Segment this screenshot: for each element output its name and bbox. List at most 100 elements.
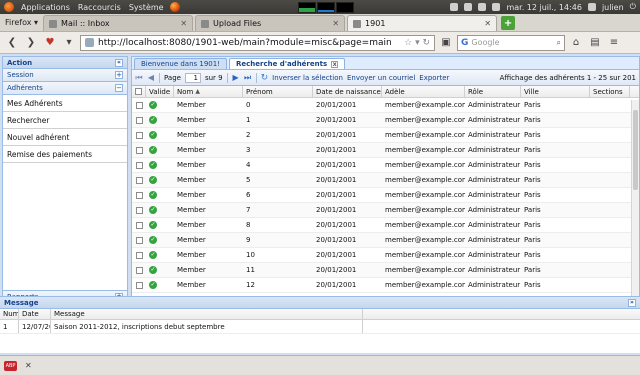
row-checkbox[interactable]	[135, 281, 143, 289]
column-header-adresse[interactable]: Adèle	[382, 86, 465, 97]
table-row[interactable]: ✓ Member 7 20/01/2001 member@example.com Admi…	[132, 203, 639, 218]
row-select-cell[interactable]	[132, 98, 146, 112]
invert-selection-button[interactable]: Inverser la sélection	[272, 74, 343, 82]
message-row[interactable]: 1 12/07/20 Saison 2011-2012, inscription…	[0, 320, 640, 334]
firefox-launcher-icon[interactable]	[169, 2, 180, 12]
expand-icon[interactable]: +	[115, 71, 123, 79]
select-all-checkbox[interactable]	[135, 88, 142, 95]
adblock-icon[interactable]: ABP	[4, 360, 17, 371]
table-row[interactable]: ✓ Member 2 20/01/2001 member@example.com Admi…	[132, 128, 639, 143]
row-select-cell[interactable]	[132, 233, 146, 247]
row-select-cell[interactable]	[132, 113, 146, 127]
menu-item-rechercher[interactable]: Rechercher	[3, 112, 127, 129]
next-page-icon[interactable]: ▶	[232, 73, 240, 82]
browser-tab-1901[interactable]: 1901 ✕	[347, 15, 498, 31]
os-menu-systeme[interactable]: Système	[125, 3, 168, 12]
row-checkbox[interactable]	[135, 176, 143, 184]
row-select-cell[interactable]	[132, 128, 146, 142]
search-bar[interactable]: G Google ⌕	[457, 34, 565, 51]
column-header-date[interactable]: Date	[19, 309, 51, 319]
tab-bienvenue[interactable]: Bienvenue dans 1901!	[134, 58, 228, 69]
send-email-button[interactable]: Envoyer un courriel	[347, 74, 415, 82]
column-header-message[interactable]: Message	[51, 309, 363, 319]
site-identity-icon[interactable]	[85, 38, 94, 47]
close-icon[interactable]: ✕	[25, 361, 32, 370]
bookmark-star-icon[interactable]: ☆ ▾ ↻	[404, 38, 430, 48]
column-header-date[interactable]: Date de naissance	[313, 86, 382, 97]
table-row[interactable]: ✓ Member 1 20/01/2001 member@example.com Admi…	[132, 113, 639, 128]
row-select-cell[interactable]	[132, 158, 146, 172]
column-header-prenom[interactable]: Prénom	[243, 86, 313, 97]
scrollbar-thumb[interactable]	[633, 110, 638, 190]
row-select-cell[interactable]	[132, 248, 146, 262]
dropdown-icon[interactable]: ▾	[61, 35, 77, 51]
new-tab-button[interactable]: +	[501, 16, 516, 30]
export-button[interactable]: Exporter	[419, 74, 449, 82]
row-checkbox[interactable]	[135, 116, 143, 124]
column-header-ville[interactable]: Ville	[521, 86, 590, 97]
column-header-sections[interactable]: Sections	[590, 86, 630, 97]
table-row[interactable]: ✓ Member 0 20/01/2001 member@example.com Admi…	[132, 98, 639, 113]
browser-tab-upload[interactable]: Upload Files ✕	[195, 15, 346, 31]
row-checkbox[interactable]	[135, 131, 143, 139]
collapse-panel-icon[interactable]: »	[628, 298, 636, 307]
volume-icon[interactable]	[492, 3, 501, 11]
row-select-cell[interactable]	[132, 188, 146, 202]
addon-toolbar-icon[interactable]: ▤	[587, 35, 603, 51]
bluetooth-icon[interactable]	[450, 3, 459, 11]
url-bar[interactable]: http://localhost:8080/1901-web/main?modu…	[80, 34, 435, 51]
menu-item-mes-adherents[interactable]: Mes Adhérents	[3, 95, 127, 112]
os-menu-raccourcis[interactable]: Raccourcis	[74, 3, 125, 12]
section-adherents[interactable]: Adhérents −	[3, 82, 127, 95]
table-row[interactable]: ✓ Member 10 20/01/2001 member@example.com Adm…	[132, 248, 639, 263]
refresh-icon[interactable]: ↻	[261, 73, 269, 83]
home-icon[interactable]: ⌂	[568, 35, 584, 51]
menu-icon[interactable]: ≡	[606, 35, 622, 51]
table-row[interactable]: ✓ Member 9 20/01/2001 member@example.com Admi…	[132, 233, 639, 248]
row-select-cell[interactable]	[132, 263, 146, 277]
row-checkbox[interactable]	[135, 251, 143, 259]
addon-icon[interactable]: ▣	[438, 35, 454, 51]
username[interactable]: julien	[602, 3, 624, 12]
back-button[interactable]: ❮	[4, 35, 20, 51]
last-page-icon[interactable]: ⏭	[244, 73, 252, 83]
row-select-cell[interactable]	[132, 218, 146, 232]
collapse-icon[interactable]: −	[115, 84, 123, 92]
section-session[interactable]: Session +	[3, 69, 127, 82]
menu-item-nouvel-adherent[interactable]: Nouvel adhérent	[3, 129, 127, 146]
forward-button[interactable]: ❯	[23, 35, 39, 51]
row-checkbox[interactable]	[135, 191, 143, 199]
table-row[interactable]: ✓ Member 6 20/01/2001 member@example.com Admi…	[132, 188, 639, 203]
select-all-header[interactable]	[132, 86, 146, 97]
first-page-icon[interactable]: ⏮	[135, 73, 143, 83]
bookmark-heart-icon[interactable]: ♥	[42, 35, 58, 51]
clock[interactable]: mar. 12 juil., 14:46	[506, 3, 581, 12]
row-checkbox[interactable]	[135, 221, 143, 229]
row-checkbox[interactable]	[135, 146, 143, 154]
row-checkbox[interactable]	[135, 161, 143, 169]
search-icon[interactable]: ⌕	[557, 38, 561, 48]
column-header-num[interactable]: Num	[0, 309, 19, 319]
table-row[interactable]: ✓ Member 11 20/01/2001 member@example.com Adm…	[132, 263, 639, 278]
table-row[interactable]: ✓ Member 8 20/01/2001 member@example.com Admi…	[132, 218, 639, 233]
close-tab-icon[interactable]: ✕	[332, 19, 339, 28]
table-row[interactable]: ✓ Member 12 20/01/2001 member@example.com Adm…	[132, 278, 639, 293]
browser-tab-mail[interactable]: Mail :: Inbox ✕	[43, 15, 194, 31]
row-select-cell[interactable]	[132, 143, 146, 157]
menu-item-remise-paiements[interactable]: Remise des paiements	[3, 146, 127, 163]
row-checkbox[interactable]	[135, 236, 143, 244]
row-select-cell[interactable]	[132, 203, 146, 217]
os-menu-applications[interactable]: Applications	[17, 3, 74, 12]
close-tab-icon[interactable]: x	[331, 60, 339, 68]
row-checkbox[interactable]	[135, 266, 143, 274]
tab-recherche-adherents[interactable]: Recherche d'adhérents x	[229, 58, 346, 69]
row-checkbox[interactable]	[135, 206, 143, 214]
row-checkbox[interactable]	[135, 101, 143, 109]
page-number-input[interactable]: 1	[184, 72, 201, 83]
power-icon[interactable]: ⏻	[630, 2, 636, 12]
firefox-menu-button[interactable]: Firefox ▾	[0, 13, 43, 31]
google-engine-icon[interactable]: G	[461, 38, 468, 48]
table-row[interactable]: ✓ Member 5 20/01/2001 member@example.com Admi…	[132, 173, 639, 188]
collapse-panel-icon[interactable]: «	[115, 58, 123, 67]
previous-page-icon[interactable]: ◀	[147, 73, 155, 82]
